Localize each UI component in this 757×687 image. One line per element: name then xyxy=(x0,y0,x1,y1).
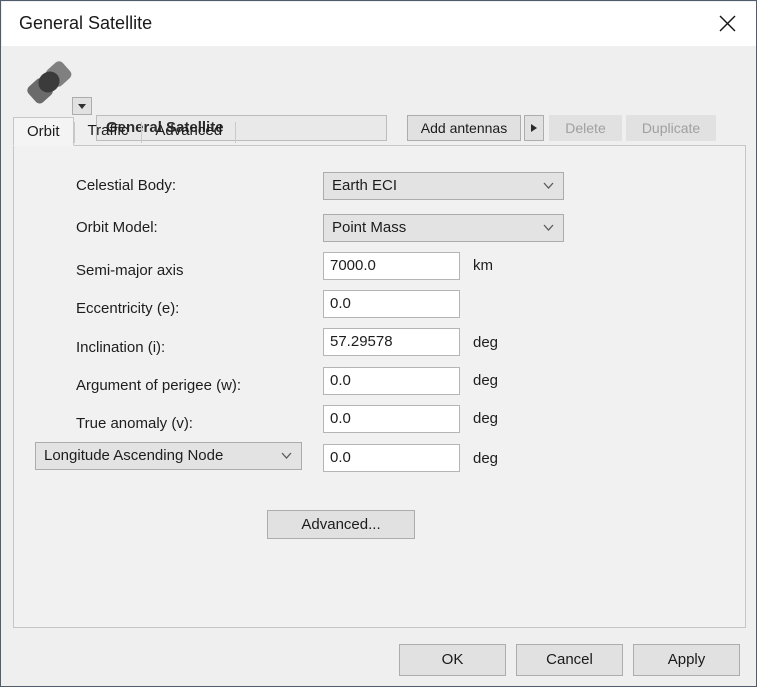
icon-picker-dropdown-button[interactable] xyxy=(72,97,92,115)
add-antennas-button[interactable]: Add antennas xyxy=(407,115,521,141)
node-angle-input[interactable]: 0.0 xyxy=(323,444,460,472)
argument-of-perigee-label: Argument of perigee (w): xyxy=(76,377,242,394)
delete-button[interactable]: Delete xyxy=(549,115,622,141)
node-angle-select-value: Longitude Ascending Node xyxy=(44,447,224,464)
title-bar: General Satellite xyxy=(2,2,756,46)
celestial-body-label: Celestial Body: xyxy=(76,177,177,194)
tab-advanced[interactable]: Advanced xyxy=(142,117,235,146)
orbit-tab-panel: Celestial Body: Earth ECI Orbit Model: P… xyxy=(13,145,746,628)
eccentricity-input[interactable]: 0.0 xyxy=(323,290,460,318)
tab-traffic[interactable]: Traffic xyxy=(75,117,142,146)
chevron-down-icon xyxy=(543,224,554,233)
true-anomaly-input[interactable]: 0.0 xyxy=(323,405,460,433)
chevron-down-icon xyxy=(543,182,554,191)
inclination-unit: deg xyxy=(473,334,499,351)
node-angle-unit: deg xyxy=(473,450,499,467)
true-anomaly-unit: deg xyxy=(473,410,499,427)
inclination-label: Inclination (i): xyxy=(76,339,166,356)
tab-separator xyxy=(235,122,237,143)
close-icon[interactable] xyxy=(705,2,749,46)
celestial-body-select[interactable]: Earth ECI xyxy=(323,172,564,200)
node-angle-select[interactable]: Longitude Ascending Node xyxy=(35,442,302,470)
semi-major-axis-input[interactable]: 7000.0 xyxy=(323,252,460,280)
orbit-model-label: Orbit Model: xyxy=(76,219,158,236)
advanced-button[interactable]: Advanced... xyxy=(267,510,415,539)
header-toolbar: General Satellite Add antennas Delete Du… xyxy=(2,46,756,141)
chevron-down-icon xyxy=(281,452,292,461)
true-anomaly-label: True anomaly (v): xyxy=(76,415,193,432)
argument-of-perigee-unit: deg xyxy=(473,372,499,389)
tab-bar: Orbit Traffic Advanced xyxy=(13,117,237,146)
apply-button[interactable]: Apply xyxy=(633,644,740,676)
semi-major-axis-unit: km xyxy=(473,257,493,274)
tab-orbit[interactable]: Orbit xyxy=(13,117,74,146)
orbit-model-select-value: Point Mass xyxy=(332,219,407,236)
eccentricity-label: Eccentricity (e): xyxy=(76,300,180,317)
chevron-down-icon xyxy=(78,104,86,109)
add-antennas-menu-button[interactable] xyxy=(524,115,544,141)
ok-button[interactable]: OK xyxy=(399,644,506,676)
orbit-model-select[interactable]: Point Mass xyxy=(323,214,564,242)
triangle-right-icon xyxy=(531,124,537,132)
satellite-properties-dialog: General Satellite General Satellite Add … xyxy=(0,0,757,687)
argument-of-perigee-input[interactable]: 0.0 xyxy=(323,367,460,395)
duplicate-button[interactable]: Duplicate xyxy=(626,115,716,141)
semi-major-axis-label: Semi-major axis xyxy=(76,262,184,279)
celestial-body-select-value: Earth ECI xyxy=(332,177,398,194)
cancel-button[interactable]: Cancel xyxy=(516,644,623,676)
satellite-icon xyxy=(21,58,77,106)
window-title: General Satellite xyxy=(19,13,153,33)
inclination-input[interactable]: 57.29578 xyxy=(323,328,460,356)
